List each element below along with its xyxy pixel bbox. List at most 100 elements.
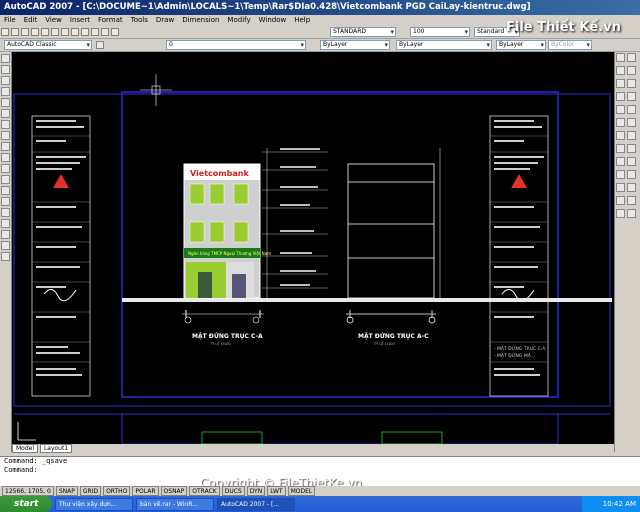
task-winrar[interactable]: bản vẽ.rar - WinR...	[136, 497, 214, 511]
osnap-intersection-icon[interactable]	[616, 170, 625, 179]
zoom-icon[interactable]	[101, 28, 109, 36]
model-toggle[interactable]: MODEL	[287, 486, 316, 496]
properties-icon[interactable]	[111, 28, 119, 36]
mtext-icon[interactable]	[1, 252, 10, 261]
dyn-toggle[interactable]: DYN	[246, 486, 266, 496]
start-button[interactable]: start	[0, 496, 52, 512]
menu-format[interactable]: Format	[94, 15, 127, 26]
menu-view[interactable]: View	[41, 15, 66, 26]
region-icon[interactable]	[1, 230, 10, 239]
save-icon[interactable]	[21, 28, 29, 36]
menu-window[interactable]: Window	[255, 15, 291, 26]
polyline-icon[interactable]	[1, 76, 10, 85]
ellipse-icon[interactable]	[1, 153, 10, 162]
menu-tools[interactable]: Tools	[127, 15, 152, 26]
menu-modify[interactable]: Modify	[223, 15, 254, 26]
osnap-center-icon[interactable]	[627, 170, 636, 179]
join-icon[interactable]	[616, 131, 625, 140]
new-icon[interactable]	[1, 28, 9, 36]
cut-icon[interactable]	[41, 28, 49, 36]
print-icon[interactable]	[31, 28, 39, 36]
task-autocad[interactable]: AutoCAD 2007 - [...	[217, 497, 295, 511]
point-icon[interactable]	[1, 197, 10, 206]
linetype-select[interactable]: ByLayer	[396, 40, 492, 50]
ortho-toggle[interactable]: ORTHO	[103, 486, 131, 496]
lower-sheet-border	[121, 413, 559, 444]
tab-model[interactable]: Model	[12, 444, 39, 453]
menu-dimension[interactable]: Dimension	[178, 15, 223, 26]
pan-icon[interactable]	[91, 28, 99, 36]
make-block-icon[interactable]	[1, 186, 10, 195]
osnap-nearest-icon[interactable]	[627, 196, 636, 205]
stretch-icon[interactable]	[616, 105, 625, 114]
copy-object-icon[interactable]	[627, 53, 636, 62]
menu-file[interactable]: File	[0, 15, 20, 26]
osnap-toggle[interactable]: OSNAP	[160, 486, 188, 496]
dim-style-select[interactable]: 100	[410, 27, 470, 37]
table-icon[interactable]	[1, 241, 10, 250]
copy-icon[interactable]	[51, 28, 59, 36]
scale-icon[interactable]	[627, 92, 636, 101]
osnap-quadrant-icon[interactable]	[616, 183, 625, 192]
spline-icon[interactable]	[1, 142, 10, 151]
osnap-settings-icon[interactable]	[627, 209, 636, 218]
color-select[interactable]: ByLayer	[320, 40, 390, 50]
tab-layout1[interactable]: Layout1	[39, 444, 73, 453]
polygon-icon[interactable]	[1, 87, 10, 96]
bank-name-strip: Ngân hàng TMCP Ngoại Thương Việt Nam	[188, 251, 271, 256]
ucs-icon	[17, 422, 36, 441]
redo-icon[interactable]	[81, 28, 89, 36]
paste-icon[interactable]	[61, 28, 69, 36]
osnap-none-icon[interactable]	[616, 209, 625, 218]
osnap-endpoint-icon[interactable]	[616, 157, 625, 166]
rotate-icon[interactable]	[616, 92, 625, 101]
osnap-midpoint-icon[interactable]	[627, 157, 636, 166]
system-clock: 10:42 AM	[582, 496, 640, 512]
drawing-svg: - MẶT ĐỨNG TRỤC C-A. - MẶT ĐỨNG MẶ... Vi…	[13, 74, 612, 444]
break-icon[interactable]	[627, 118, 636, 127]
array-icon[interactable]	[616, 79, 625, 88]
chamfer-icon[interactable]	[627, 131, 636, 140]
workspace-select[interactable]: AutoCAD Classic	[4, 40, 92, 50]
ducs-toggle[interactable]: DUCS	[221, 486, 245, 496]
arc-icon[interactable]	[1, 109, 10, 118]
left-level-labels	[280, 148, 320, 286]
snap-toggle[interactable]: SNAP	[55, 486, 78, 496]
trim-icon[interactable]	[627, 105, 636, 114]
grid-toggle[interactable]: GRID	[79, 486, 102, 496]
menu-edit[interactable]: Edit	[20, 15, 42, 26]
osnap-tangent-icon[interactable]	[627, 183, 636, 192]
text-style-select[interactable]: STANDARD	[330, 27, 396, 37]
otrack-toggle[interactable]: OTRACK	[189, 486, 220, 496]
xline-icon[interactable]	[1, 65, 10, 74]
command-prompt[interactable]: Command:	[4, 466, 640, 475]
command-history: Command: _qsave	[4, 457, 68, 465]
mirror-icon[interactable]	[616, 66, 625, 75]
task-library[interactable]: Thư viện xây dựn...	[55, 497, 133, 511]
rectangle-icon[interactable]	[1, 98, 10, 107]
menu-draw[interactable]: Draw	[152, 15, 178, 26]
erase-icon[interactable]	[616, 53, 625, 62]
layer-select[interactable]: 0	[166, 40, 306, 50]
explode-icon[interactable]	[627, 144, 636, 153]
ellipse-arc-icon[interactable]	[1, 164, 10, 173]
circle-icon[interactable]	[1, 120, 10, 129]
offset-icon[interactable]	[627, 66, 636, 75]
extend-icon[interactable]	[616, 118, 625, 127]
osnap-perpendicular-icon[interactable]	[616, 196, 625, 205]
fillet-icon[interactable]	[616, 144, 625, 153]
menu-help[interactable]: Help	[290, 15, 314, 26]
menu-insert[interactable]: Insert	[66, 15, 94, 26]
line-icon[interactable]	[1, 54, 10, 63]
lwt-toggle[interactable]: LWT	[267, 486, 286, 496]
layer-manager-icon[interactable]	[96, 41, 104, 49]
gradient-icon[interactable]	[1, 219, 10, 228]
revcloud-icon[interactable]	[1, 131, 10, 140]
hatch-icon[interactable]	[1, 208, 10, 217]
insert-block-icon[interactable]	[1, 175, 10, 184]
move-icon[interactable]	[627, 79, 636, 88]
polar-toggle[interactable]: POLAR	[132, 486, 159, 496]
drawing-canvas[interactable]: - MẶT ĐỨNG TRỤC C-A. - MẶT ĐỨNG MẶ... Vi…	[12, 52, 614, 444]
undo-icon[interactable]	[71, 28, 79, 36]
open-icon[interactable]	[11, 28, 19, 36]
